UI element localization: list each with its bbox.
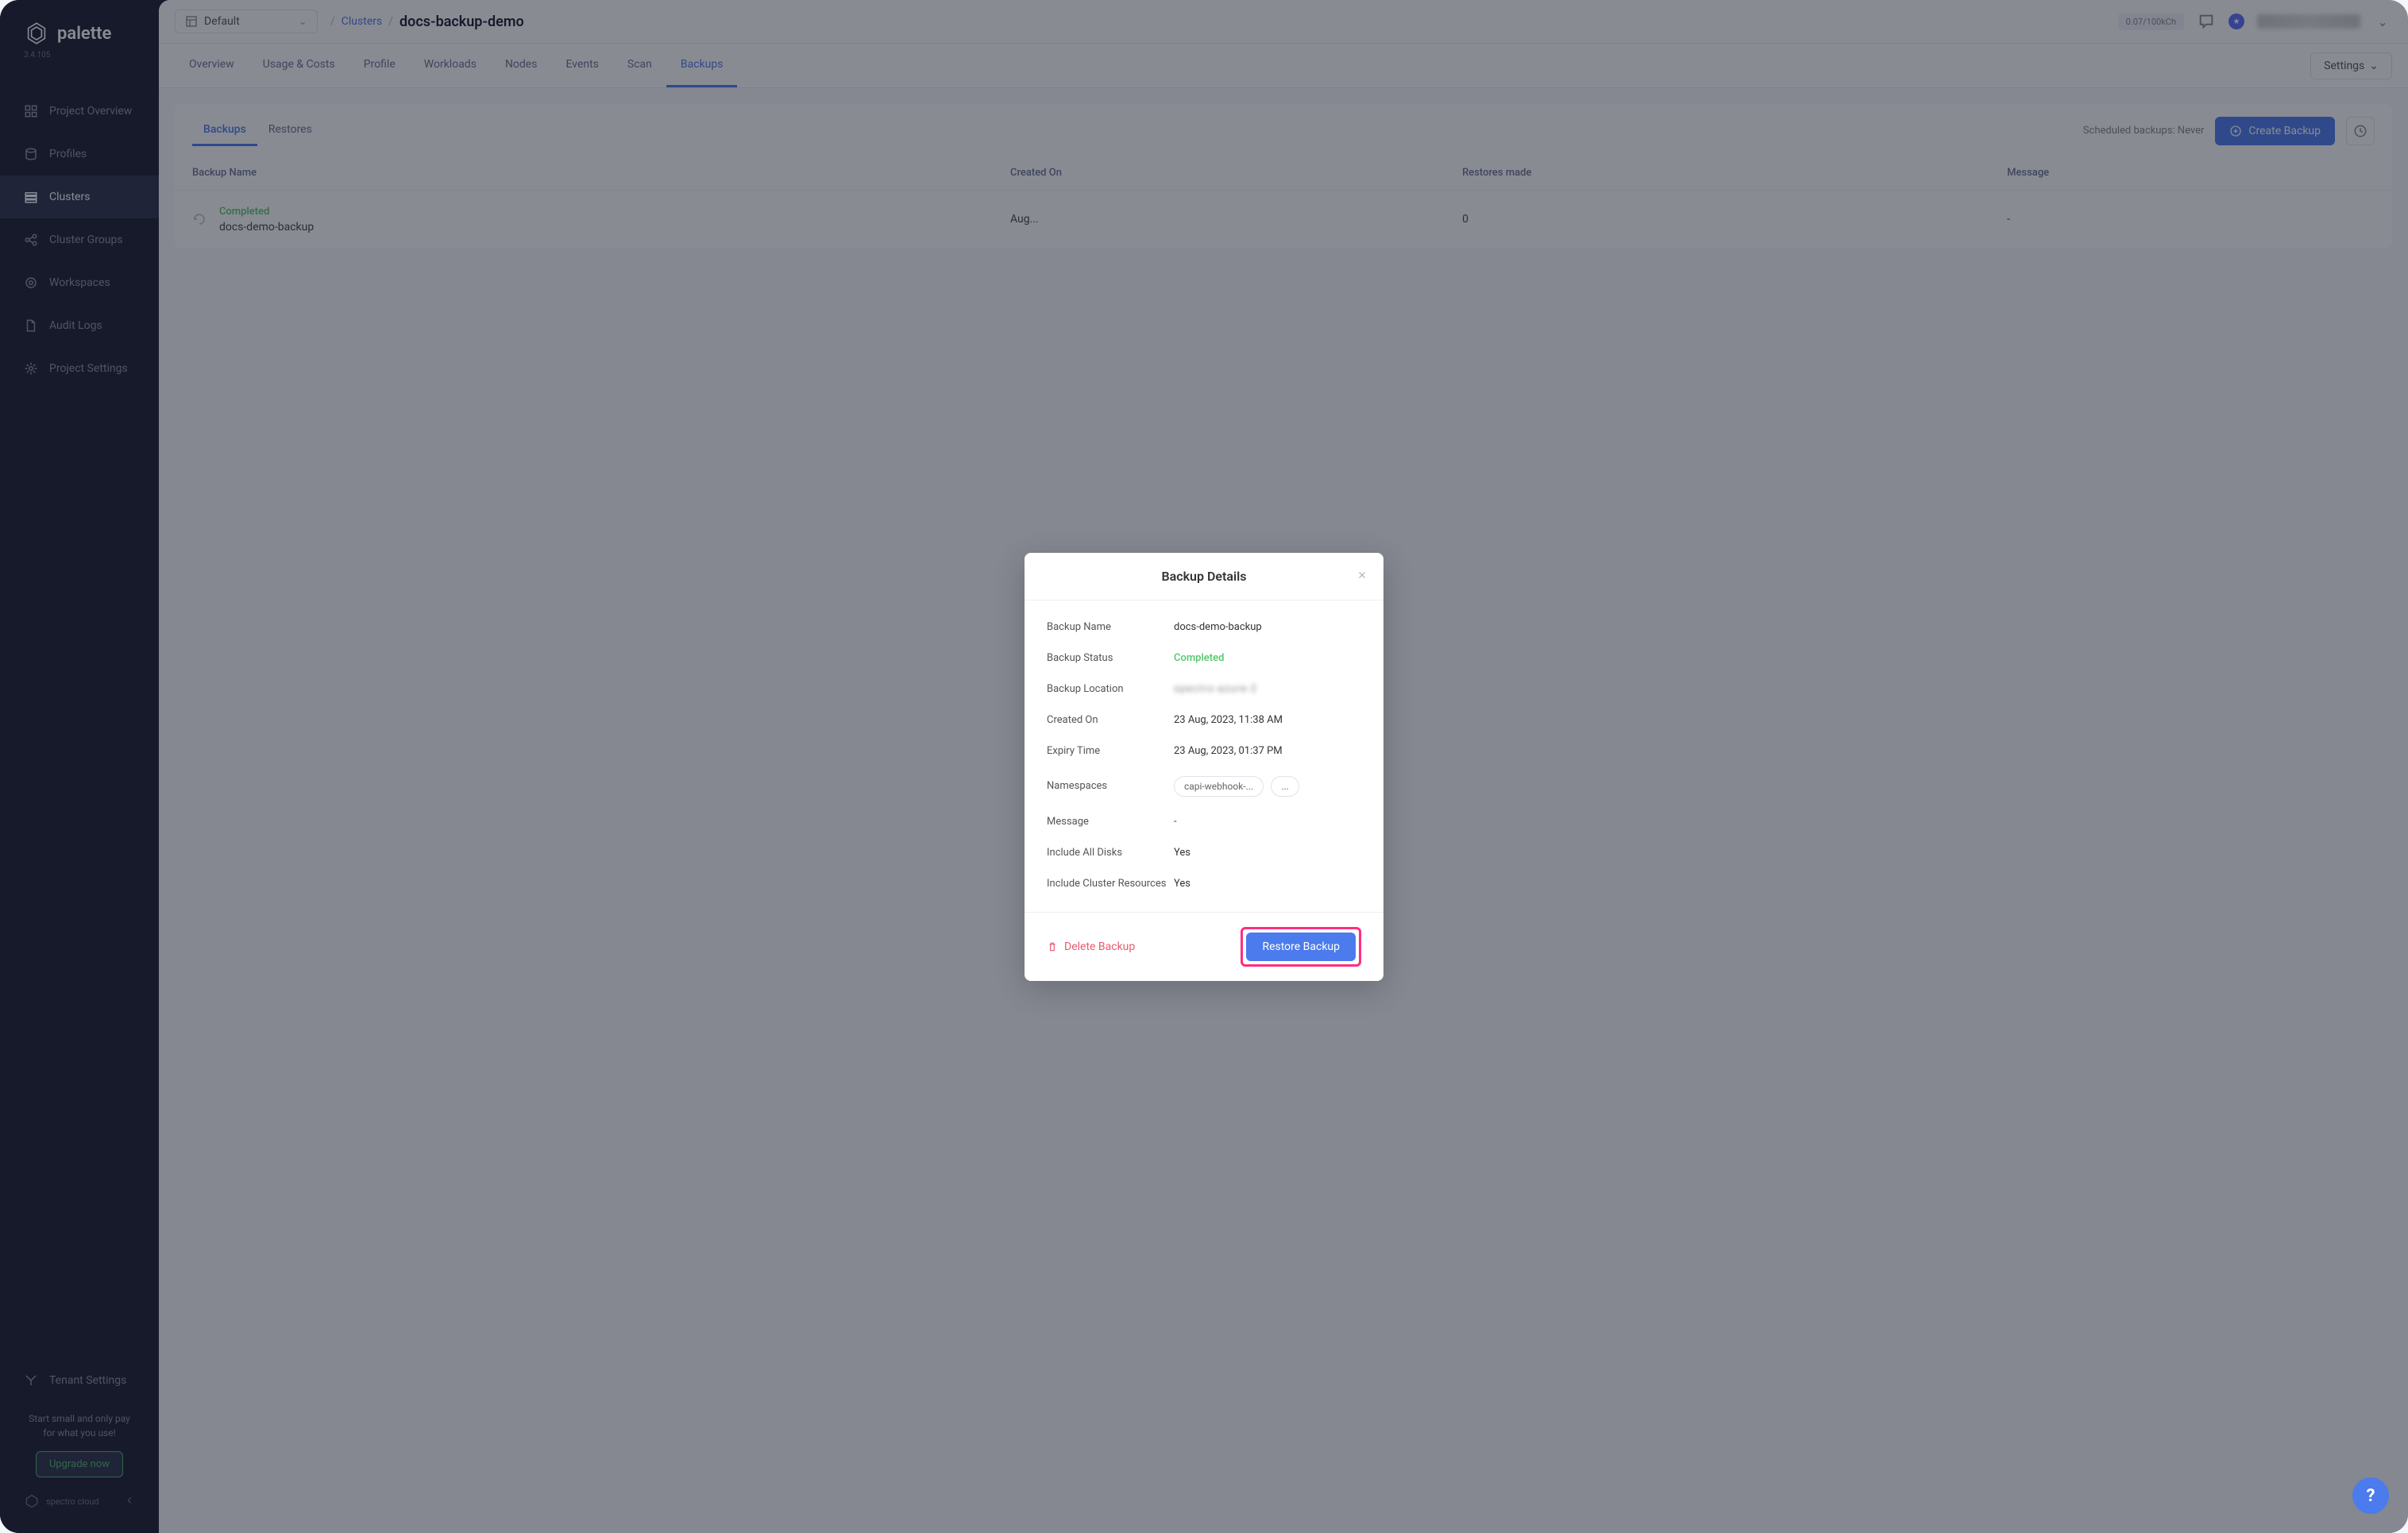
help-button[interactable]: ? bbox=[2352, 1477, 2389, 1514]
namespace-chip: capi-webhook-... bbox=[1174, 776, 1264, 797]
modal-body: Backup Name docs-demo-backup Backup Stat… bbox=[1025, 600, 1383, 912]
field-message: Message - bbox=[1047, 816, 1361, 828]
close-icon bbox=[1356, 570, 1368, 581]
restore-backup-button[interactable]: Restore Backup bbox=[1246, 933, 1356, 961]
field-value: Yes bbox=[1174, 847, 1190, 859]
modal-footer: Delete Backup Restore Backup bbox=[1025, 912, 1383, 981]
field-value: spectro-azure-2 bbox=[1174, 683, 1257, 695]
field-backup-status: Backup Status Completed bbox=[1047, 652, 1361, 664]
field-label: Backup Location bbox=[1047, 683, 1174, 695]
field-label: Expiry Time bbox=[1047, 745, 1174, 757]
trash-icon bbox=[1047, 941, 1058, 952]
field-value: 23 Aug, 2023, 01:37 PM bbox=[1174, 745, 1283, 757]
field-backup-location: Backup Location spectro-azure-2 bbox=[1047, 683, 1361, 695]
field-label: Created On bbox=[1047, 714, 1174, 726]
field-include-cluster: Include Cluster Resources Yes bbox=[1047, 878, 1361, 890]
field-value: 23 Aug, 2023, 11:38 AM bbox=[1174, 714, 1283, 726]
field-value: Yes bbox=[1174, 878, 1190, 890]
field-namespaces: Namespaces capi-webhook-... ... bbox=[1047, 776, 1361, 797]
field-label: Include All Disks bbox=[1047, 847, 1174, 859]
field-include-disks: Include All Disks Yes bbox=[1047, 847, 1361, 859]
delete-backup-label: Delete Backup bbox=[1064, 940, 1135, 953]
field-label: Backup Status bbox=[1047, 652, 1174, 664]
field-backup-name: Backup Name docs-demo-backup bbox=[1047, 621, 1361, 633]
modal-header: Backup Details bbox=[1025, 553, 1383, 600]
field-created-on: Created On 23 Aug, 2023, 11:38 AM bbox=[1047, 714, 1361, 726]
modal-overlay[interactable]: Backup Details Backup Name docs-demo-bac… bbox=[0, 0, 2408, 1533]
delete-backup-button[interactable]: Delete Backup bbox=[1047, 940, 1135, 953]
close-button[interactable] bbox=[1356, 569, 1368, 584]
field-label: Include Cluster Resources bbox=[1047, 878, 1174, 890]
field-label: Backup Name bbox=[1047, 621, 1174, 633]
modal-title: Backup Details bbox=[1162, 569, 1247, 584]
field-value: Completed bbox=[1174, 652, 1224, 664]
question-icon: ? bbox=[2367, 1486, 2375, 1506]
backup-details-modal: Backup Details Backup Name docs-demo-bac… bbox=[1025, 553, 1383, 981]
field-label: Message bbox=[1047, 816, 1174, 828]
field-value: docs-demo-backup bbox=[1174, 621, 1262, 633]
field-value: - bbox=[1174, 816, 1177, 828]
namespace-more-chip[interactable]: ... bbox=[1271, 776, 1299, 797]
field-label: Namespaces bbox=[1047, 780, 1174, 792]
highlight-annotation: Restore Backup bbox=[1241, 927, 1361, 967]
field-expiry-time: Expiry Time 23 Aug, 2023, 01:37 PM bbox=[1047, 745, 1361, 757]
